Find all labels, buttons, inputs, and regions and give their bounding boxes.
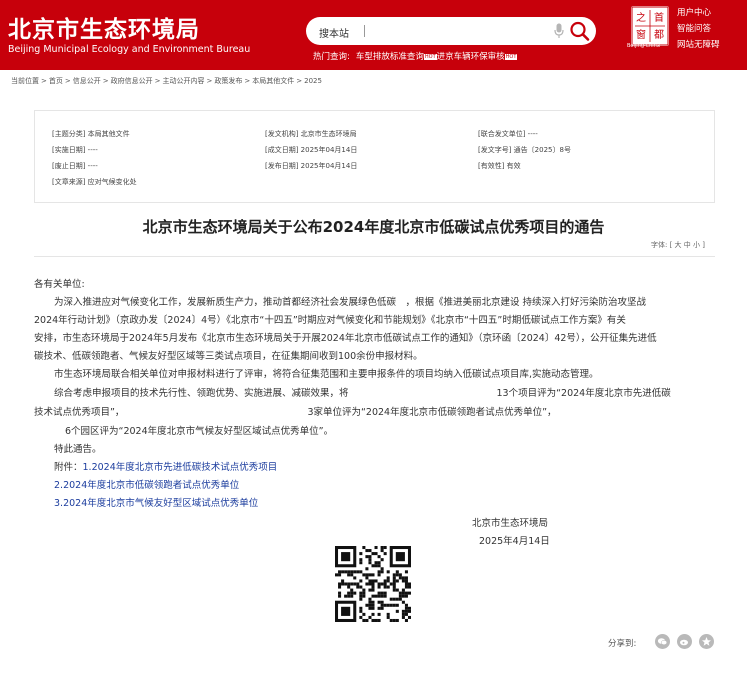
meta-effective-date: [实施日期] ---- xyxy=(52,146,98,154)
breadcrumb-sep: > xyxy=(102,77,109,85)
meta-issuer: [发文机构] 北京市生态环境局 xyxy=(265,130,357,138)
paragraph-line: 市生态环境局联合相关单位对申报材料进行了评审，将符合征集范围和主要申报条件的项目… xyxy=(54,369,599,380)
document-meta-box: [主题分类] 本局其他文件 [实施日期] ---- [废止日期] ---- [文… xyxy=(34,110,715,203)
meta-publish-date: [发布日期] 2025年04月14日 xyxy=(265,162,358,170)
paragraph-line: 为深入推进应对气候变化工作，发展新质生产力，推动首都经济社会发展绿色低碳展，根据… xyxy=(54,294,646,308)
meta-repeal-date: [废止日期] ---- xyxy=(52,162,98,170)
attachment-link-2[interactable]: 2.2024年度北京市低碳领跑者试点优秀单位 xyxy=(54,480,239,491)
paragraph-text: 综合考虑申报项目的技术先行性、领跑优势、实施进展、减碳效果，将 xyxy=(54,388,349,399)
signer: 北京市生态环境局 xyxy=(472,518,549,529)
hot-search-label: 热门查询: xyxy=(313,52,350,62)
meta-doc-number: [发文字号] 通告〔2025〕8号 xyxy=(478,146,571,154)
top-links: 用户中心 智能问答 网站无障碍 xyxy=(677,5,720,53)
breadcrumb-label: 当前位置 xyxy=(11,77,39,85)
font-size-options[interactable]: [ 大 中 小 ] xyxy=(670,241,705,249)
paragraph-text: 3家单位评为“2024年度北京市低碳领跑者试点优秀单位”， xyxy=(307,407,557,418)
breadcrumb-sep: > xyxy=(64,77,71,85)
paragraph-line: 碳技术、低碳领跑者、气候友好型区域等三类试点项目，在征集期间收到100余份申报材… xyxy=(34,351,423,362)
breadcrumb-item[interactable]: 本局其他文件 xyxy=(252,77,294,85)
breadcrumb: 当前位置 > 首页 > 信息公开 > 政府信息公开 > 主动公开内容 > 政策发布 > 本局其他文件 >2… xyxy=(11,76,322,86)
smart-qa-link[interactable]: 智能问答 xyxy=(677,21,720,37)
meta-topic: [主题分类] 本局其他文件 xyxy=(52,130,130,138)
site-header: 北京市生态环境局 Beijing Municipal Ecology and E… xyxy=(0,0,747,70)
breadcrumb-item[interactable]: 政府信息公开 xyxy=(111,77,153,85)
meta-source: [文章来源] 应对气候变化处 xyxy=(52,178,137,186)
closing-notice: 特此通告。 xyxy=(54,444,102,455)
paragraph-text: 13个项目评为“2024年度北京市先进低碳 xyxy=(496,388,671,399)
attachment-link-3[interactable]: 3.2024年度北京市气候友好型区域试点优秀单位 xyxy=(54,498,258,509)
meta-validity: [有效性] 有效 xyxy=(478,162,521,170)
attachment-label: 附件： xyxy=(54,462,83,473)
paragraph-line: 6个园区评为“2024年度北京市气候友好型区域试点优秀单位”。 xyxy=(65,426,334,437)
site-logo-subtitle: Beijing Municipal Ecology and Environmen… xyxy=(8,44,251,55)
hot-tag: HOT xyxy=(504,53,518,60)
search-scope-label[interactable]: 搜本站 xyxy=(319,25,349,40)
breadcrumb-item[interactable]: 主动公开内容 xyxy=(163,77,205,85)
hot-search: 热门查询: 车型排放标准查询HOT进京车辆环保审核HOT xyxy=(313,50,518,62)
weibo-icon[interactable] xyxy=(677,634,692,649)
search-box[interactable]: 搜本站 xyxy=(306,17,596,45)
redacted-text: 展 xyxy=(396,294,406,308)
emblem-caption: Beijing·China xyxy=(627,43,660,49)
qr-code xyxy=(335,546,411,622)
hot-search-link-1[interactable]: 车型排放标准查询 xyxy=(356,52,424,62)
breadcrumb-sep: > xyxy=(206,77,213,85)
emblem-char: 首 xyxy=(654,11,664,24)
search-icon[interactable] xyxy=(568,20,592,42)
meta-written-date: [成文日期] 2025年04月14日 xyxy=(265,146,358,154)
breadcrumb-item[interactable]: 政策发布 xyxy=(214,77,242,85)
signature-date: 2025年4月14日 xyxy=(479,536,550,547)
meta-joint-issuer: [联合发文单位] ---- xyxy=(478,130,538,138)
paragraph-text: 为深入推进应对气候变化工作，发展新质生产力，推动首都经济社会发展绿色低碳 xyxy=(54,297,397,308)
paragraph-line: 2024年行动计划》（京政办发〔2024〕4号）《北京市“十四五”时期应对气候变… xyxy=(34,315,626,326)
site-logo-title[interactable]: 北京市生态环境局 xyxy=(8,10,200,44)
font-size-control: 字体: [ 大 中 小 ] xyxy=(651,240,705,250)
emblem-char: 都 xyxy=(654,29,664,41)
breadcrumb-sep: > xyxy=(296,77,303,85)
attachment-link-1[interactable]: 1.2024年度北京市先进低碳技术试点优秀项目 xyxy=(83,462,278,473)
hot-tag: HOT xyxy=(423,53,437,60)
breadcrumb-sep: > xyxy=(244,77,251,85)
salutation: 各有关单位: xyxy=(34,279,85,290)
share-label: 分享到: xyxy=(608,639,637,649)
accessibility-link[interactable]: 网站无障碍 xyxy=(677,37,720,53)
hot-search-link-2[interactable]: 进京车辆环保审核 xyxy=(437,52,505,62)
capital-window-emblem[interactable]: 之 首 都 窗 xyxy=(631,6,669,46)
breadcrumb-item[interactable]: 2025 xyxy=(304,77,322,85)
paragraph-text: 技术试点优秀项目”， xyxy=(34,407,125,418)
wechat-icon[interactable] xyxy=(655,634,670,649)
paragraph-line: 安排，市生态环境局于2024年5月发布《北京市生态环境局关于开展2024年北京市… xyxy=(34,333,657,344)
paragraph-text: ，根据《推进美丽北京建设 持续深入打好污染防治攻坚战 xyxy=(405,297,647,308)
breadcrumb-item[interactable]: 信息公开 xyxy=(73,77,101,85)
paragraph-line: 综合考虑申报项目的技术先行性、领跑优势、实施进展、减碳效果，将 13个项目评为“2… xyxy=(54,385,671,399)
breadcrumb-item[interactable]: 首页 xyxy=(49,77,63,85)
document-title: 北京市生态环境局关于公布2024年度北京市低碳试点优秀项目的通告 xyxy=(142,218,605,236)
breadcrumb-sep: > xyxy=(154,77,161,85)
attachment-line: 附件：1.2024年度北京市先进低碳技术试点优秀项目 xyxy=(54,459,277,473)
font-size-label: 字体: xyxy=(651,241,668,249)
title-divider xyxy=(34,256,715,257)
paragraph-line: 技术试点优秀项目”， 3家单位评为“2024年度北京市低碳领跑者试点优秀单位”， xyxy=(34,404,557,418)
search-divider xyxy=(364,25,365,37)
user-center-link[interactable]: 用户中心 xyxy=(677,5,720,21)
breadcrumb-sep: > xyxy=(41,77,47,85)
attachment-line: 3.2024年度北京市气候友好型区域试点优秀单位 xyxy=(54,495,258,509)
microphone-icon[interactable] xyxy=(554,23,564,39)
qzone-icon[interactable] xyxy=(699,634,714,649)
emblem-char: 窗 xyxy=(636,28,646,41)
emblem-char: 之 xyxy=(636,11,646,24)
attachment-line: 2.2024年度北京市低碳领跑者试点优秀单位 xyxy=(54,477,239,491)
